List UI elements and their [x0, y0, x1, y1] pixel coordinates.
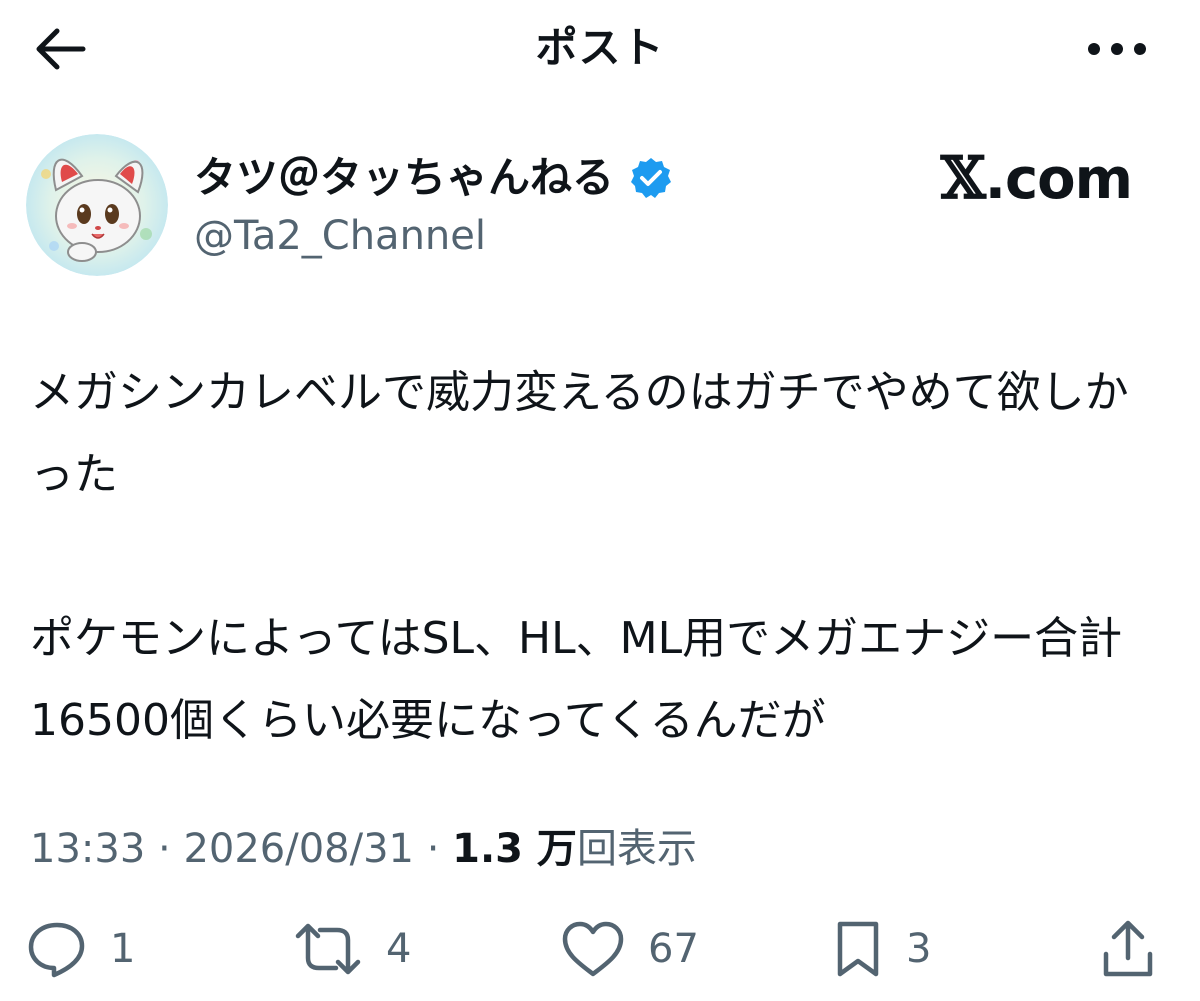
views-label: 回表示	[576, 826, 697, 872]
reply-icon	[28, 922, 85, 978]
top-bar: ポスト	[0, 0, 1200, 100]
page-title: ポスト	[535, 23, 665, 72]
author-display-name[interactable]: タツ＠タッちゃんねる	[194, 150, 614, 206]
bookmark-icon	[837, 921, 879, 977]
heart-icon	[562, 921, 624, 977]
reply-count: 1	[110, 926, 136, 972]
share-icon	[1103, 920, 1153, 977]
repost-button[interactable]: 4	[292, 914, 411, 984]
post-text: メガシンカレベルで威力変えるのはガチでやめて欲しかった ポケモンによってはSL、…	[30, 352, 1160, 762]
post-meta: 13:33 · 2026/08/31 · 1.3 万回表示	[30, 822, 697, 876]
post-time[interactable]: 13:33	[30, 826, 145, 872]
like-count: 67	[648, 926, 699, 972]
meta-separator: ·	[158, 826, 171, 872]
bookmark-button[interactable]: 3	[832, 914, 931, 984]
like-button[interactable]: 67	[560, 914, 699, 984]
repost-icon	[295, 923, 361, 975]
x-com-watermark: 𝕏.com	[940, 144, 1133, 212]
share-button[interactable]	[1100, 914, 1156, 984]
verified-badge-icon	[628, 155, 674, 201]
more-horizontal-icon	[1088, 43, 1146, 55]
more-options-button[interactable]	[1082, 24, 1152, 74]
author-handle[interactable]: @Ta2_Channel	[194, 208, 486, 264]
post-paragraph: メガシンカレベルで威力変えるのはガチでやめて欲しかった	[30, 367, 1129, 500]
post-paragraph: ポケモンによってはSL、HL、ML用でメガエナジー合計16500個くらい必要にな…	[30, 613, 1123, 746]
avatar-image	[26, 134, 168, 276]
watermark-domain: .com	[984, 147, 1133, 212]
x-logo-mark: 𝕏	[940, 144, 986, 212]
views-count: 1.3 万	[452, 826, 577, 872]
post-date[interactable]: 2026/08/31	[183, 826, 414, 872]
post-detail-screen: ポスト タツ＠タッちゃんねる @Ta2_Channel 𝕏.com メガシンカレ…	[0, 0, 1200, 1001]
avatar[interactable]	[26, 134, 168, 276]
reply-button[interactable]: 1	[26, 914, 135, 984]
meta-separator: ·	[426, 826, 440, 872]
author-name-row: タツ＠タッちゃんねる	[194, 148, 674, 208]
repost-count: 4	[386, 926, 412, 972]
bookmark-count: 3	[906, 926, 932, 972]
